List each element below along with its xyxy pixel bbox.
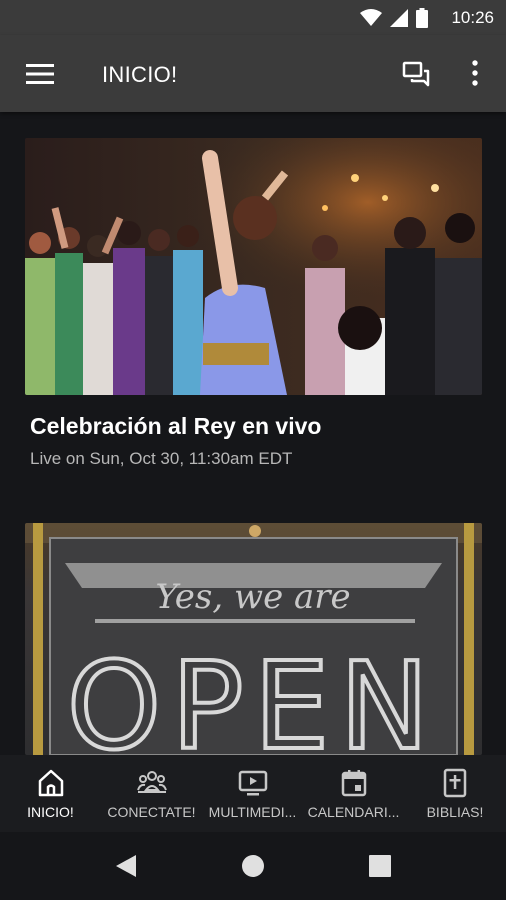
video-icon: [238, 770, 267, 796]
nav-item-conectate[interactable]: CONECTATE!: [101, 755, 202, 832]
nav-item-multimedia[interactable]: MULTIMEDI...: [202, 755, 303, 832]
card-title: Celebración al Rey en vivo: [30, 413, 322, 439]
home-icon: [38, 769, 63, 797]
nav-label: CALENDARI...: [307, 804, 400, 820]
menu-icon[interactable]: [26, 63, 54, 85]
calendar-icon: [341, 770, 366, 797]
bible-icon: [443, 768, 467, 798]
home-circle-icon[interactable]: [241, 854, 265, 878]
signal-icon: [390, 9, 408, 27]
chat-icon[interactable]: [402, 60, 432, 90]
sign-line1: Yes, we are: [155, 577, 350, 617]
wifi-icon: [360, 9, 382, 26]
status-bar: 10:26: [0, 0, 506, 35]
status-icons: [360, 8, 428, 28]
nav-item-calendario[interactable]: CALENDARI...: [303, 755, 404, 832]
content-feed: Celebración al Rey en vivo Live on Sun, …: [0, 112, 506, 755]
feed-card[interactable]: Celebración al Rey en vivo Live on Sun, …: [25, 138, 482, 469]
recents-icon[interactable]: [369, 855, 391, 877]
app-bar: INICIO!: [0, 35, 506, 112]
nav-item-inicio[interactable]: INICIO!: [0, 755, 101, 832]
feed-card[interactable]: Yes, we are OPEN: [25, 523, 482, 755]
battery-icon: [416, 8, 428, 28]
group-icon: [136, 771, 167, 793]
nav-label: BIBLIAS!: [426, 804, 484, 820]
worship-photo[interactable]: [25, 138, 482, 395]
more-vert-icon[interactable]: [466, 59, 484, 89]
bottom-nav: INICIO! CONECTATE! MULTIMEDI... CALENDAR…: [0, 755, 506, 832]
page-title: INICIO!: [102, 62, 178, 87]
card-subtitle: Live on Sun, Oct 30, 11:30am EDT: [30, 449, 293, 468]
nav-item-biblias[interactable]: BIBLIAS!: [404, 755, 506, 832]
back-icon[interactable]: [114, 853, 138, 879]
nav-label: INICIO!: [27, 804, 74, 820]
sign-line2: OPEN: [67, 638, 439, 755]
nav-label: CONECTATE!: [107, 804, 196, 820]
open-sign-photo[interactable]: Yes, we are OPEN: [25, 523, 482, 755]
status-time: 10:26: [451, 8, 494, 27]
nav-label: MULTIMEDI...: [208, 804, 297, 820]
system-nav-bar: [0, 832, 506, 900]
